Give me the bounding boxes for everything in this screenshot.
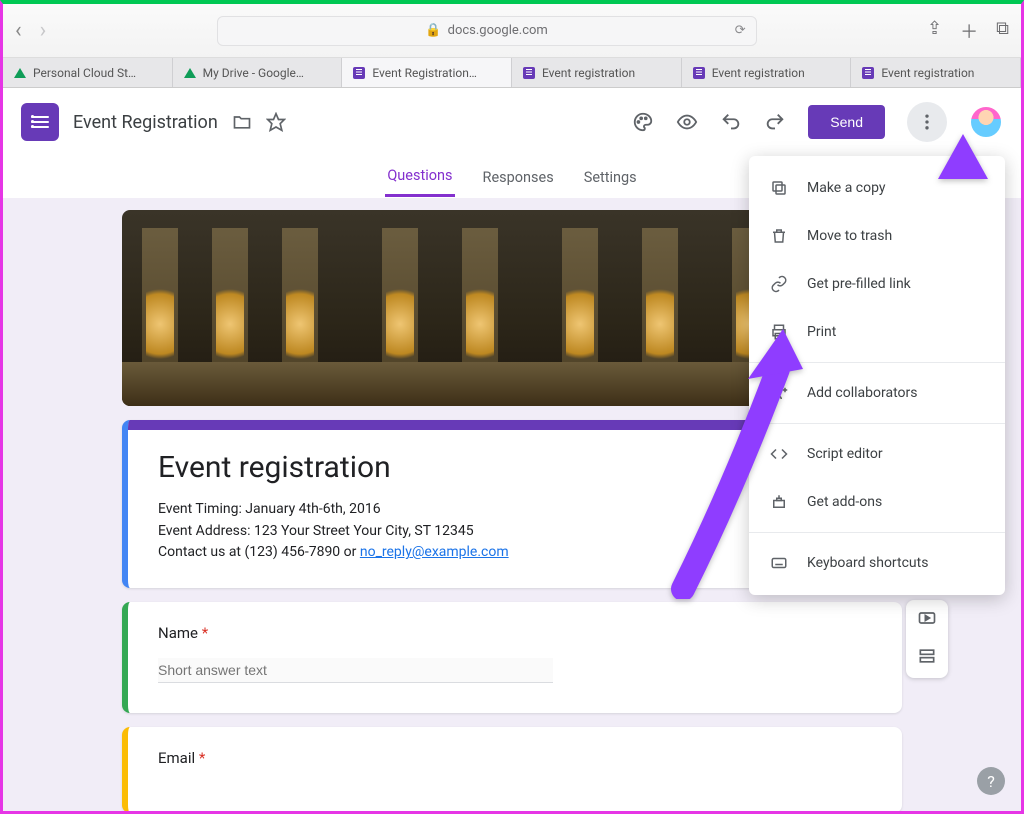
browser-tab[interactable]: My Drive - Google…: [173, 58, 343, 87]
preview-icon[interactable]: [676, 111, 698, 133]
copy-icon: [769, 178, 789, 198]
add-section-icon[interactable]: [917, 646, 937, 670]
folder-icon[interactable]: [232, 112, 252, 132]
browser-tab[interactable]: Personal Cloud St…: [3, 58, 173, 87]
short-answer-input[interactable]: [158, 658, 553, 683]
add-video-icon[interactable]: [917, 608, 937, 632]
forms-icon: [861, 66, 875, 80]
menu-keyboard-shortcuts[interactable]: Keyboard shortcuts: [749, 539, 1005, 587]
browser-toolbar: ‹ › 🔒 docs.google.com ⟳ ⇪ ＋ ⧉: [3, 4, 1021, 58]
tabs-overview-icon[interactable]: ⧉: [996, 18, 1009, 44]
tab-questions[interactable]: Questions: [385, 157, 454, 197]
people-icon: [769, 383, 789, 403]
lock-icon: 🔒: [425, 23, 441, 38]
tab-label: Event Registration…: [372, 66, 477, 80]
menu-make-copy[interactable]: Make a copy: [749, 164, 1005, 212]
browser-tab[interactable]: Event registration: [851, 58, 1021, 87]
menu-separator: [749, 423, 1005, 424]
forms-logo-icon[interactable]: [21, 103, 59, 141]
help-button[interactable]: ?: [977, 767, 1005, 795]
contact-email-link[interactable]: no_reply@example.com: [360, 544, 509, 560]
browser-tab[interactable]: Event registration: [682, 58, 852, 87]
browser-tabs: Personal Cloud St… My Drive - Google… Even…: [3, 58, 1021, 88]
forms-icon: [352, 66, 366, 80]
print-icon: [769, 322, 789, 342]
menu-get-addons[interactable]: Get add-ons: [749, 478, 1005, 526]
more-menu: Make a copy Move to trash Get pre-filled…: [749, 156, 1005, 595]
keyboard-icon: [769, 553, 789, 573]
send-button[interactable]: Send: [808, 105, 885, 139]
addon-icon: [769, 492, 789, 512]
nav-forward-icon[interactable]: ›: [40, 18, 47, 43]
reload-icon[interactable]: ⟳: [735, 23, 746, 38]
menu-add-collaborators[interactable]: Add collaborators: [749, 369, 1005, 417]
drive-icon: [13, 66, 27, 80]
link-icon: [769, 274, 789, 294]
question-card[interactable]: Name *: [122, 602, 902, 713]
undo-icon[interactable]: [720, 111, 742, 133]
new-tab-icon[interactable]: ＋: [960, 18, 978, 44]
question-card[interactable]: Email *: [122, 727, 902, 811]
more-menu-button[interactable]: [907, 102, 947, 142]
menu-script-editor[interactable]: Script editor: [749, 430, 1005, 478]
palette-icon[interactable]: [632, 111, 654, 133]
required-asterisk-icon: *: [202, 624, 208, 642]
menu-print[interactable]: Print: [749, 308, 1005, 356]
share-icon[interactable]: ⇪: [927, 18, 942, 44]
required-asterisk-icon: *: [199, 749, 205, 767]
star-icon[interactable]: [266, 112, 286, 132]
menu-prefilled-link[interactable]: Get pre-filled link: [749, 260, 1005, 308]
tab-settings[interactable]: Settings: [582, 159, 639, 196]
tab-label: Event registration: [881, 66, 974, 80]
menu-move-trash[interactable]: Move to trash: [749, 212, 1005, 260]
app-header: Event Registration Send: [3, 88, 1021, 156]
browser-tab[interactable]: Event registration: [512, 58, 682, 87]
menu-separator: [749, 532, 1005, 533]
tab-responses[interactable]: Responses: [481, 159, 556, 196]
menu-separator: [749, 362, 1005, 363]
nav-back-icon[interactable]: ‹: [15, 18, 22, 43]
tab-label: My Drive - Google…: [203, 66, 304, 80]
question-label: Email *: [158, 749, 876, 767]
account-avatar[interactable]: [969, 105, 1003, 139]
redo-icon[interactable]: [764, 111, 786, 133]
address-bar[interactable]: 🔒 docs.google.com ⟳: [217, 16, 757, 46]
question-toolbar: [906, 600, 948, 678]
question-label: Name *: [158, 624, 876, 642]
drive-icon: [183, 66, 197, 80]
tab-label: Event registration: [542, 66, 635, 80]
trash-icon: [769, 226, 789, 246]
forms-icon: [692, 66, 706, 80]
tab-label: Personal Cloud St…: [33, 66, 136, 80]
forms-icon: [522, 66, 536, 80]
tab-label: Event registration: [712, 66, 805, 80]
code-icon: [769, 444, 789, 464]
document-title[interactable]: Event Registration: [73, 112, 218, 133]
browser-tab[interactable]: Event Registration…: [342, 58, 512, 87]
address-domain: docs.google.com: [448, 23, 548, 38]
